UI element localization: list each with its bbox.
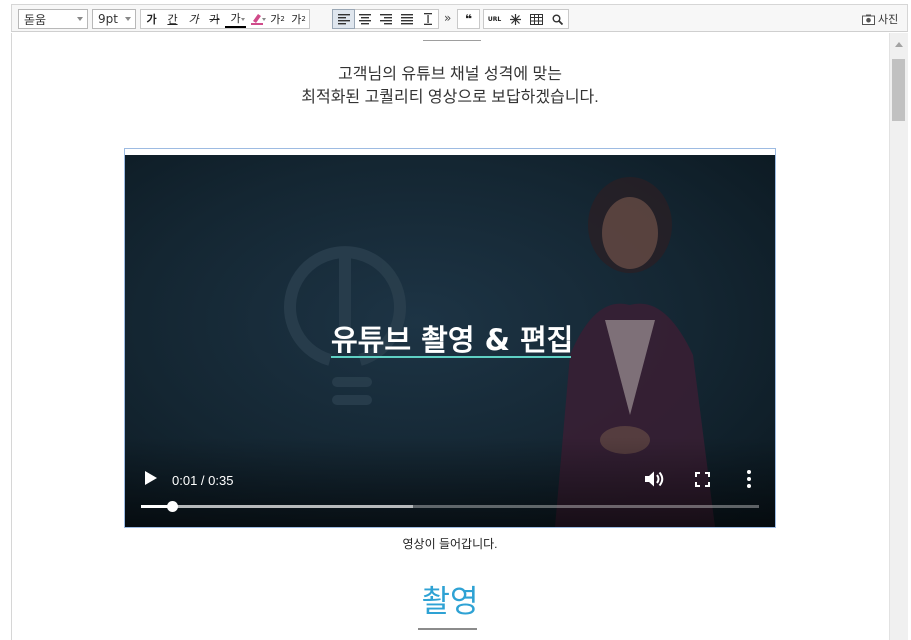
video-progress-bar[interactable] — [141, 501, 759, 512]
underline-button[interactable]: 간 — [162, 10, 183, 28]
intro-text-line-2: 최적화된 고퀄리티 영상으로 보답하겠습니다. — [301, 89, 599, 106]
quote-button[interactable]: ❝ — [458, 10, 479, 28]
subscript-button[interactable]: 가2 — [288, 10, 309, 28]
fullscreen-icon[interactable] — [695, 472, 710, 487]
italic-button[interactable]: 가 — [183, 10, 204, 28]
video-title-underline — [331, 356, 571, 358]
text-format-group: 가 간 가 가 가 가2 가2 — [140, 9, 310, 29]
progress-buffered — [141, 505, 413, 508]
photo-button[interactable]: 사진 — [862, 11, 898, 27]
chevron-down-icon — [125, 17, 131, 21]
align-right-icon — [379, 13, 392, 24]
line-height-icon — [423, 13, 432, 25]
align-center-button[interactable] — [354, 10, 375, 28]
divider-line — [423, 40, 481, 41]
progress-thumb[interactable] — [166, 501, 178, 512]
scrollbar-thumb[interactable] — [892, 59, 905, 121]
camera-icon — [862, 14, 875, 25]
scroll-up-icon[interactable] — [895, 42, 903, 47]
video-caption: 영상이 들어갑니다. — [402, 537, 498, 551]
special-char-icon — [510, 13, 521, 25]
more-tools-button[interactable]: » — [444, 11, 451, 25]
special-char-button[interactable] — [505, 10, 526, 28]
video-time-display: 0:01 / 0:35 — [172, 473, 234, 488]
play-icon[interactable] — [145, 471, 157, 485]
table-button[interactable] — [526, 10, 547, 28]
insert-group: URL — [483, 9, 569, 29]
section-heading: 촬영 — [421, 584, 479, 620]
font-family-select[interactable]: 돋움 — [18, 9, 88, 29]
video-player[interactable]: 유튜브 촬영 & 편집 0:01 / 0:35 — [125, 155, 775, 527]
font-size-value: 9pt — [98, 12, 118, 26]
highlight-color-button[interactable] — [246, 10, 267, 28]
align-right-button[interactable] — [375, 10, 396, 28]
divider-line — [418, 628, 477, 630]
align-left-icon — [337, 13, 350, 24]
strikethrough-button[interactable]: 가 — [204, 10, 225, 28]
intro-text-line-1: 고객님의 유튜브 채널 성격에 맞는 — [338, 66, 562, 83]
table-icon — [530, 13, 543, 25]
url-button[interactable]: URL — [484, 10, 505, 28]
line-height-button[interactable] — [417, 10, 438, 28]
video-overlay-title: 유튜브 촬영 & 편집 — [331, 323, 574, 357]
font-size-select[interactable]: 9pt — [92, 9, 136, 29]
editor-scrollbar[interactable] — [889, 33, 908, 640]
find-button[interactable] — [547, 10, 568, 28]
superscript-button[interactable]: 가2 — [267, 10, 288, 28]
font-family-value: 돋움 — [24, 12, 47, 27]
align-center-icon — [358, 13, 371, 24]
chevron-down-icon — [77, 17, 83, 21]
editor-toolbar: 돋움 9pt 가 간 가 가 가 가2 가2 » ❝ URL 사진 — [11, 4, 908, 32]
align-justify-icon — [400, 13, 413, 24]
align-left-button[interactable] — [332, 9, 355, 29]
align-justify-button[interactable] — [396, 10, 417, 28]
volume-icon[interactable] — [644, 470, 666, 488]
quote-group: ❝ — [457, 9, 480, 29]
bold-button[interactable]: 가 — [141, 10, 162, 28]
search-icon — [552, 14, 563, 25]
more-options-icon[interactable] — [747, 470, 751, 488]
font-color-button[interactable]: 가 — [225, 10, 246, 28]
align-group — [332, 9, 439, 29]
